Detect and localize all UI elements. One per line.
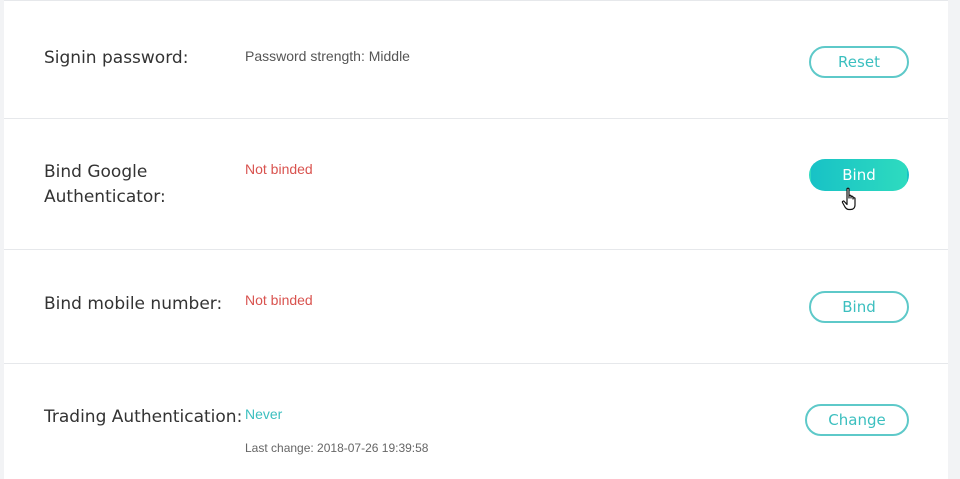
password-strength-text: Password strength: Middle [245, 48, 410, 64]
reset-password-button[interactable]: Reset [809, 46, 909, 78]
signin-password-label: Signin password: [44, 48, 189, 68]
signin-password-row: Signin password: Password strength: Midd… [4, 1, 948, 119]
mobile-number-row: Bind mobile number: Not binded Bind [4, 250, 948, 364]
google-authenticator-label-line2: Authenticator: [44, 187, 166, 207]
hand-pointer-icon [841, 187, 856, 211]
google-authenticator-row: Bind Google Authenticator: Not binded Bi… [4, 119, 948, 250]
bind-google-authenticator-button[interactable]: Bind [809, 159, 909, 191]
last-change-timestamp: Last change: 2018-07-26 19:39:58 [245, 441, 429, 455]
security-settings-panel: Signin password: Password strength: Midd… [4, 0, 948, 479]
trading-authentication-row: Trading Authentication: Never Last chang… [4, 364, 948, 479]
trading-authentication-label: Trading Authentication: [44, 407, 243, 427]
google-authenticator-status: Not binded [245, 161, 313, 177]
change-trading-auth-button[interactable]: Change [805, 404, 909, 436]
mobile-number-status: Not binded [245, 292, 313, 308]
mobile-number-label: Bind mobile number: [44, 294, 223, 314]
google-authenticator-label-line1: Bind Google [44, 162, 148, 182]
bind-mobile-button[interactable]: Bind [809, 291, 909, 323]
trading-authentication-status: Never [245, 406, 283, 422]
